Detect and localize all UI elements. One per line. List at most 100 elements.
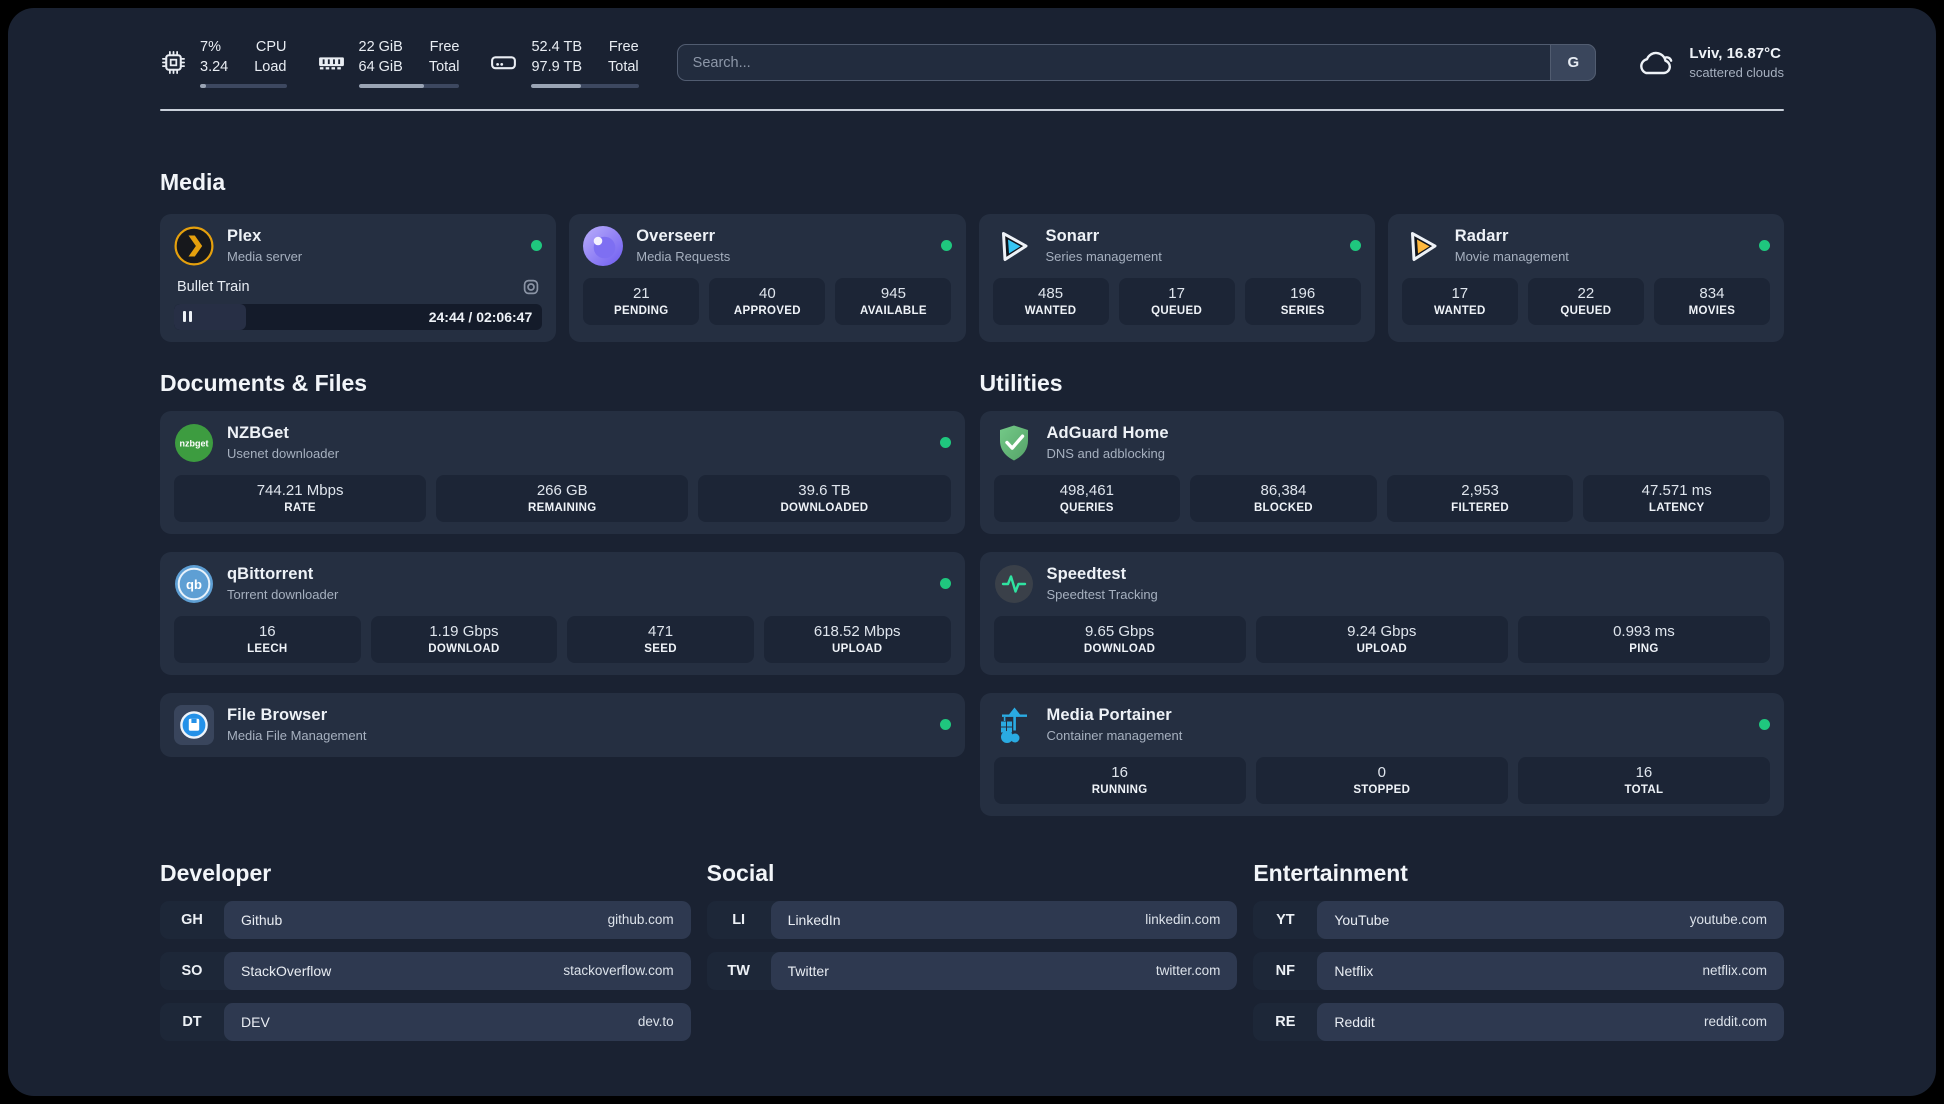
section-title-utilities: Utilities [979,369,1063,396]
portainer-icon [994,705,1034,745]
storage-total-label: Total [608,58,639,75]
app-name: Plex [227,227,262,246]
app-card-qbittorrent[interactable]: qb qBittorrent Torrent downloader 16 LEE… [160,551,965,675]
search-provider-button[interactable]: G [1550,44,1597,82]
app-card-sonarr[interactable]: Sonarr Series management 485 WANTED 17 Q… [978,213,1375,342]
app-description: Usenet downloader [227,446,340,462]
link-url: youtube.com [1689,912,1767,928]
status-online-dot [939,719,951,731]
link-stackoverflow[interactable]: SO StackOverflow stackoverflow.com [160,951,691,990]
link-linkedin[interactable]: LI LinkedIn linkedin.com [706,900,1238,939]
section-title-social: Social [706,859,775,886]
weather-widget: Lviv, 16.87°C scattered clouds [1634,45,1784,80]
cpu-progress-fill [200,83,207,88]
stat-queries: 498,461 QUERIES [993,474,1181,522]
cpu-load-label: Load [254,58,287,75]
app-card-portainer[interactable]: Media Portainer Container management 16 … [979,692,1784,816]
app-name: Media Portainer [1046,706,1172,725]
app-card-nzbget[interactable]: nzbget NZBGet Usenet downloader 744.21 M… [160,410,965,534]
app-name: Overseerr [636,227,716,246]
overseerr-icon [583,225,624,266]
app-card-plex[interactable]: Plex Media server Bullet Train 24:44 / 0… [160,213,557,342]
link-tag: LI [732,911,746,928]
link-tag: SO [181,962,203,979]
app-description: Container management [1046,728,1183,744]
link-url: stackoverflow.com [563,963,674,979]
link-name: Github [241,911,283,928]
status-online-dot [1759,719,1770,731]
link-dev[interactable]: DT DEV dev.to [160,1002,691,1041]
app-card-overseerr[interactable]: Overseerr Media Requests 21 PENDING 40 A… [569,213,966,342]
link-tag: DT [182,1013,202,1030]
link-name: YouTube [1334,911,1390,928]
storage-progress-bar [531,83,639,88]
link-url: twitter.com [1155,963,1221,979]
filebrowser-icon [174,704,214,745]
cloud-icon [1640,52,1673,75]
storage-free-value: 52.4 TB [531,39,583,55]
dashboard: 7% CPU 3.24 Load 22 GiB Free 64 GiB Tota… [8,8,1936,1096]
adguard-icon [994,423,1034,463]
app-card-radarr[interactable]: Radarr Movie management 17 WANTED 22 QUE… [1387,213,1784,342]
header-divider [160,108,1784,111]
link-tag: RE [1275,1013,1296,1030]
sonarr-icon [993,226,1033,266]
link-name: StackOverflow [241,962,332,979]
link-tag: GH [181,911,203,928]
session-icon [524,279,539,294]
stat-approved: 40 APPROVED [709,277,826,325]
stat-seed: 471 SEED [567,615,754,663]
search-input[interactable] [676,44,1597,82]
app-description: Movie management [1454,249,1569,265]
cpu-progress-bar [200,83,287,88]
link-twitter[interactable]: TW Twitter twitter.com [706,951,1238,990]
app-card-filebrowser[interactable]: File Browser Media File Management [160,692,965,757]
link-name: LinkedIn [787,911,841,928]
link-tag: TW [727,962,750,979]
app-description: Media server [227,249,303,265]
link-tag: NF [1275,962,1295,979]
stat-upload: 618.52 Mbps UPLOAD [763,615,951,663]
stat-available: 945 AVAILABLE [835,277,952,325]
status-online-dot [1759,240,1770,252]
media-grid: Plex Media server Bullet Train 24:44 / 0… [160,213,1784,342]
link-url: dev.to [637,1014,674,1030]
link-url: github.com [607,912,674,928]
app-description: DNS and adblocking [1046,446,1166,462]
app-description: Torrent downloader [227,587,339,603]
status-online-dot [1349,240,1361,252]
storage-progress-fill [531,83,581,88]
link-url: reddit.com [1703,1014,1767,1030]
now-playing-title: Bullet Train [177,278,250,295]
stat-filtered: 2,953 FILTERED [1386,474,1574,522]
system-monitors: 7% CPU 3.24 Load 22 GiB Free 64 GiB Tota… [160,38,639,88]
stat-series: 196 SERIES [1244,277,1361,325]
app-name: File Browser [227,706,328,725]
svg-text:qb: qb [186,577,202,592]
link-reddit[interactable]: RE Reddit reddit.com [1253,1002,1784,1041]
link-github[interactable]: GH Github github.com [160,900,691,939]
stat-movies: 834 MOVIES [1653,277,1770,325]
status-online-dot [939,437,951,449]
section-title-developer: Developer [160,859,272,886]
storage-icon [491,56,517,70]
section-title-media: Media [160,168,226,195]
link-netflix[interactable]: NF Netflix netflix.com [1253,951,1784,990]
app-description: Media Requests [636,249,731,265]
playback-progress-bar: 24:44 / 02:06:47 [174,303,543,330]
app-card-speedtest[interactable]: Speedtest Speedtest Tracking 9.65 Gbps D… [979,551,1784,675]
status-online-dot [531,240,543,252]
nzbget-icon: nzbget [174,423,214,463]
cpu-usage-label: CPU [255,39,287,55]
app-description: Media File Management [227,728,367,744]
stat-downloaded: 39.6 TB DOWNLOADED [698,474,951,522]
cpu-monitor: 7% CPU 3.24 Load [160,38,287,88]
app-card-adguard[interactable]: AdGuard Home DNS and adblocking 498,461 … [979,410,1784,534]
stat-ping: 0.993 ms PING [1517,615,1771,663]
qbittorrent-icon: qb [174,564,214,604]
svg-text:nzbget: nzbget [180,438,209,448]
top-bar: 7% CPU 3.24 Load 22 GiB Free 64 GiB Tota… [160,38,1784,88]
cpu-icon [162,51,185,75]
link-url: linkedin.com [1145,912,1221,928]
link-youtube[interactable]: YT YouTube youtube.com [1253,900,1784,939]
